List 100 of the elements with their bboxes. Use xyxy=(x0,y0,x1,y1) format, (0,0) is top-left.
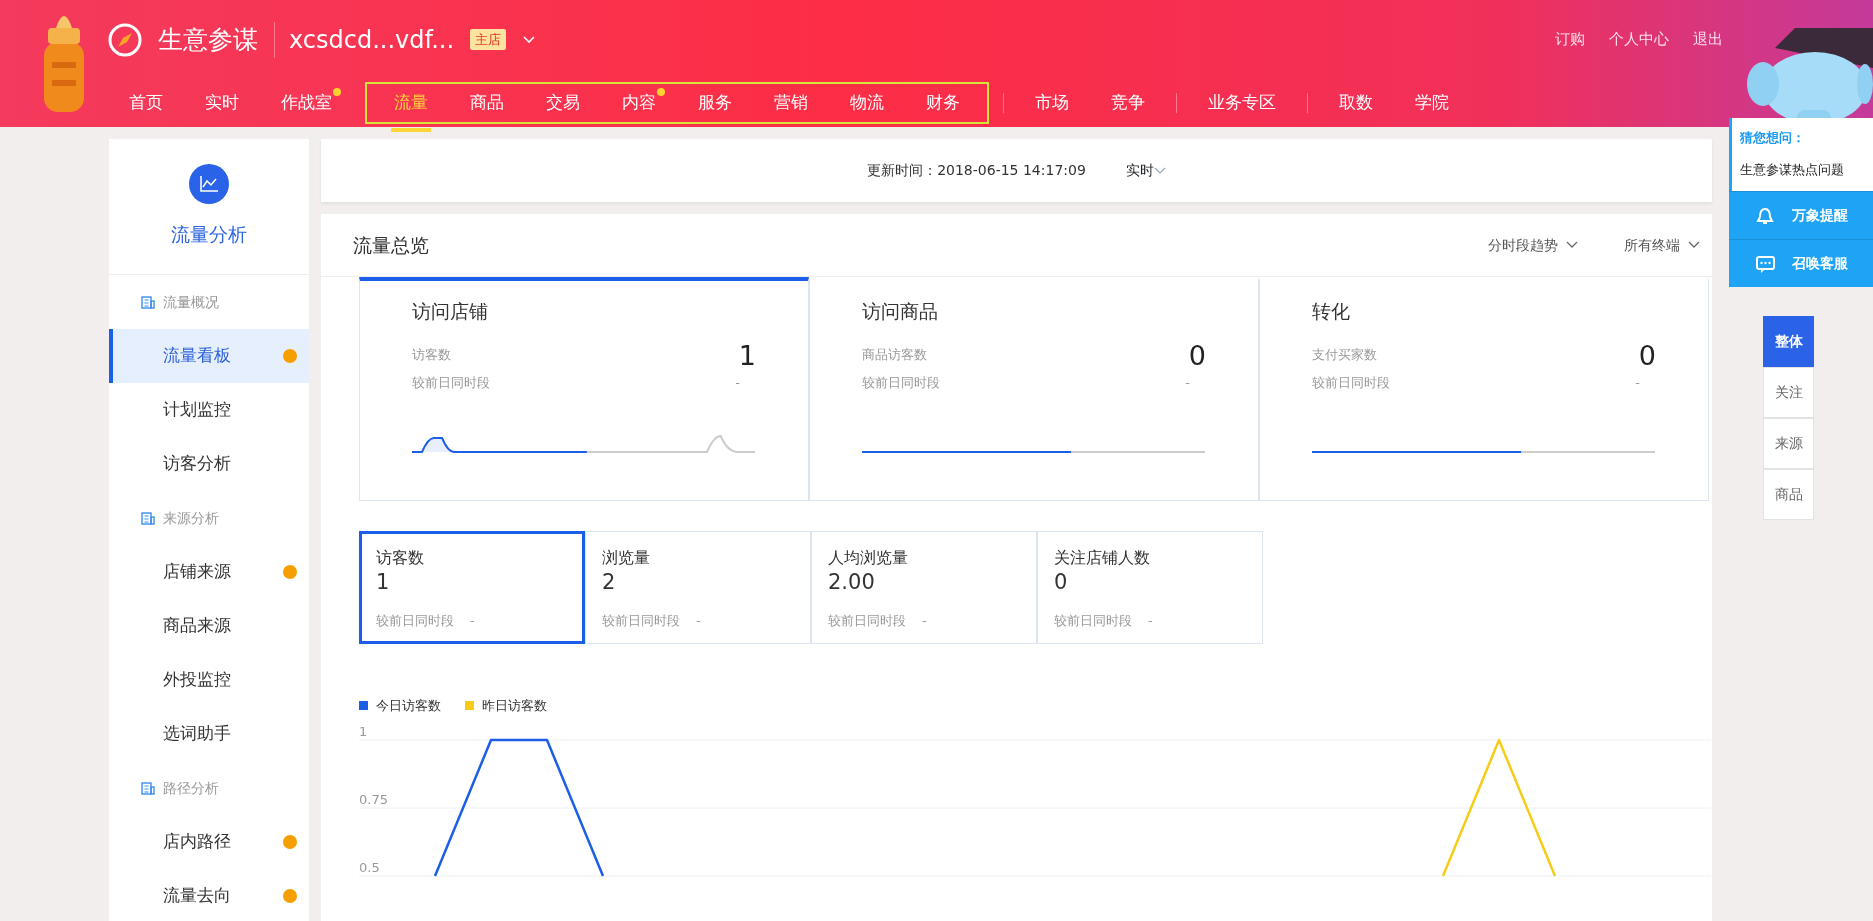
header-link[interactable]: 订购 xyxy=(1555,28,1585,51)
nav-tab[interactable]: 交易 xyxy=(525,82,601,124)
nav-tab[interactable]: 学院 xyxy=(1394,82,1470,124)
building-icon xyxy=(141,781,155,795)
tab-value: 2 xyxy=(602,570,617,596)
chevron-down-icon xyxy=(1153,165,1166,176)
sidebar-item-label: 外投监控 xyxy=(163,668,231,692)
header-link[interactable]: 退出 xyxy=(1693,28,1723,51)
nav-tab[interactable]: 财务 xyxy=(905,82,981,124)
tab-value: 2.00 xyxy=(828,570,876,596)
nav-tab[interactable]: 服务 xyxy=(677,82,753,124)
compare-label: 较前日同时段 xyxy=(602,612,680,631)
sidebar-item-label: 流量去向 xyxy=(163,884,231,908)
header-link[interactable]: 个人中心 xyxy=(1609,28,1669,51)
compare-label: 较前日同时段 xyxy=(376,612,454,631)
compare-value: - xyxy=(1185,373,1190,392)
selected-underline xyxy=(391,128,431,132)
compare-label: 较前日同时段 xyxy=(862,373,940,392)
sidebar-item[interactable]: 选词助手 xyxy=(109,707,309,761)
legend-label: 昨日访客数 xyxy=(482,697,547,715)
section-heading: 流量概况 xyxy=(163,292,219,312)
metric-value: 0 xyxy=(1638,341,1656,369)
app-title: 生意参谋 xyxy=(158,23,258,56)
side-tab[interactable]: 商品 xyxy=(1763,469,1814,520)
chevron-down-icon xyxy=(1566,241,1578,249)
card-title: 转化 xyxy=(1312,299,1351,324)
compare-label: 较前日同时段 xyxy=(1312,373,1390,392)
axis-tick-label: 0.5 xyxy=(359,859,380,875)
compare-value: - xyxy=(1635,373,1640,392)
store-badge: 主店 xyxy=(470,28,507,51)
sidebar-item[interactable]: 流量去向 xyxy=(109,869,309,921)
nav-tab[interactable]: 商品 xyxy=(449,82,525,124)
filter-dropdown[interactable]: 分时段趋势 xyxy=(1488,234,1578,256)
metric-tab[interactable]: 关注店铺人数 0 较前日同时段 - xyxy=(1037,531,1263,644)
card-title: 访问商品 xyxy=(862,299,939,324)
summary-card[interactable]: 访问店铺 访客数 1 较前日同时段 - xyxy=(359,277,809,501)
side-tab[interactable]: 关注 xyxy=(1763,367,1814,418)
chat-icon xyxy=(1754,253,1776,274)
sidebar-item-label: 选词助手 xyxy=(163,722,231,746)
sidebar-item[interactable]: 店内路径 xyxy=(109,815,309,869)
tab-label: 浏览量 xyxy=(602,547,651,569)
sidebar-item-label: 访客分析 xyxy=(163,452,231,476)
side-tab[interactable]: 整体 xyxy=(1763,316,1814,367)
chart-icon xyxy=(189,164,229,205)
compare-label: 较前日同时段 xyxy=(828,612,906,631)
sidebar-item[interactable]: 访客分析 xyxy=(109,437,309,491)
tab-value: 1 xyxy=(376,570,391,596)
nav-tab[interactable]: 市场 xyxy=(1014,82,1090,124)
sidebar-item[interactable]: 外投监控 xyxy=(109,653,309,707)
filter-dropdown[interactable]: 所有终端 xyxy=(1624,234,1700,256)
assistant-heading: 猜您想问： xyxy=(1739,129,1806,147)
sidebar-item-label: 店铺来源 xyxy=(163,560,231,584)
metric-label: 商品访客数 xyxy=(862,346,927,365)
chevron-down-icon xyxy=(1688,241,1700,249)
sidebar-item[interactable]: 计划监控 xyxy=(109,383,309,437)
nav-tab[interactable]: 营销 xyxy=(753,82,829,124)
metric-tab[interactable]: 浏览量 2 较前日同时段 - xyxy=(585,531,811,644)
sidebar-item-label: 流量看板 xyxy=(163,344,231,368)
tab-value: 0 xyxy=(1054,570,1069,596)
sidebar-item[interactable]: 商品来源 xyxy=(109,599,309,653)
sidebar-item[interactable]: 流量看板 xyxy=(109,329,309,383)
nav-tab[interactable]: 流量 xyxy=(373,82,449,124)
nav-tab[interactable]: 作战室 xyxy=(260,82,353,124)
nav-tab[interactable]: 竞争 xyxy=(1090,82,1166,124)
axis-tick-label: 1 xyxy=(359,723,368,739)
nav-tab[interactable]: 实时 xyxy=(184,82,260,124)
compare-value: - xyxy=(470,612,475,631)
sidebar-item-label: 计划监控 xyxy=(163,398,231,422)
nav-tab[interactable]: 取数 xyxy=(1318,82,1394,124)
metric-label: 支付买家数 xyxy=(1312,346,1377,365)
compare-value: - xyxy=(696,612,701,631)
compare-label: 较前日同时段 xyxy=(412,373,490,392)
sidebar-item[interactable]: 店铺来源 xyxy=(109,545,309,599)
compare-value: - xyxy=(1148,612,1153,631)
mode-dropdown[interactable]: 实时 xyxy=(1125,160,1166,181)
nav-tab[interactable]: 内容 xyxy=(601,82,677,124)
side-tab[interactable]: 来源 xyxy=(1763,418,1814,469)
sidebar-item-label: 店内路径 xyxy=(163,830,231,854)
nav-tab[interactable]: 物流 xyxy=(829,82,905,124)
building-icon xyxy=(141,295,155,309)
section-heading: 来源分析 xyxy=(163,508,219,528)
tab-label: 访客数 xyxy=(376,547,425,569)
store-name: xcsdcd...vdf... xyxy=(274,21,455,58)
sidebar-title: 流量分析 xyxy=(171,222,247,248)
metric-value: 1 xyxy=(738,341,756,369)
metric-value: 0 xyxy=(1188,341,1206,369)
metric-tab[interactable]: 访客数 1 较前日同时段 - xyxy=(359,531,585,644)
legend-label: 今日访客数 xyxy=(376,697,441,715)
compare-label: 较前日同时段 xyxy=(1054,612,1132,631)
card-title: 访问店铺 xyxy=(412,299,489,324)
bell-icon xyxy=(1754,205,1776,226)
assistant-button[interactable]: 万象提醒 xyxy=(1729,191,1873,239)
assistant-button[interactable]: 召唤客服 xyxy=(1729,239,1873,287)
compare-value: - xyxy=(922,612,927,631)
metric-tab[interactable]: 人均浏览量 2.00 较前日同时段 - xyxy=(811,531,1037,644)
suggested-question[interactable]: 生意参谋热点问题 xyxy=(1732,153,1873,191)
axis-tick-label: 0.75 xyxy=(359,791,388,807)
nav-tab[interactable]: 首页 xyxy=(108,82,184,124)
section-heading: 路径分析 xyxy=(163,778,219,798)
nav-tab[interactable]: 业务专区 xyxy=(1187,82,1297,124)
